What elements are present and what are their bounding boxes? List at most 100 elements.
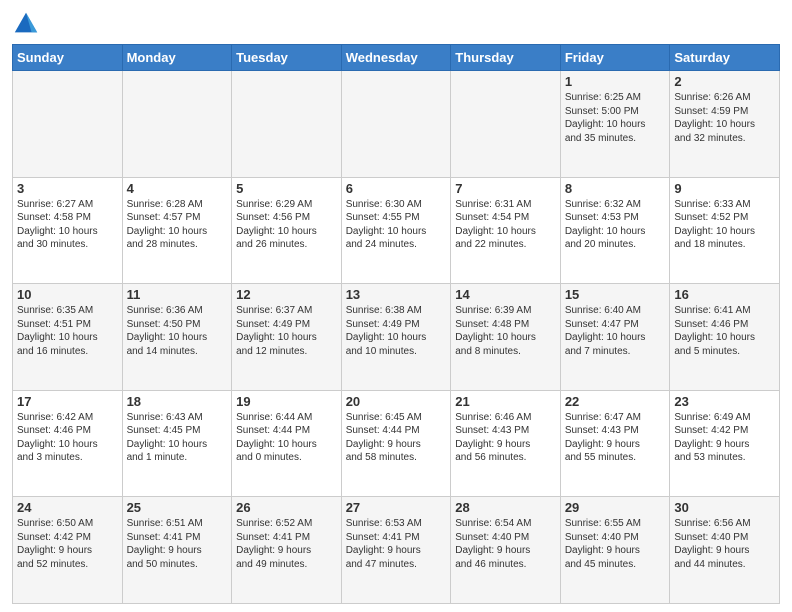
- day-cell: 18 Sunrise: 6:43 AM Sunset: 4:45 PM Dayli…: [122, 390, 232, 497]
- day-info: Sunrise: 6:47 AM Sunset: 4:43 PM Dayligh…: [565, 411, 666, 465]
- day-info: Sunrise: 6:42 AM Sunset: 4:46 PM Dayligh…: [17, 411, 118, 465]
- week-row-1: 3Sunrise: 6:27 AM Sunset: 4:58 PM Daylig…: [13, 177, 780, 284]
- calendar-table: SundayMondayTuesdayWednesdayThursdayFrid…: [12, 44, 780, 604]
- day-info: Sunrise: 6:52 AM Sunset: 4:41 PM Dayligh…: [236, 517, 337, 571]
- day-number: 1: [565, 74, 666, 89]
- day-number: 10: [17, 287, 118, 302]
- day-number: 23: [674, 394, 775, 409]
- day-number: 7: [455, 181, 556, 196]
- day-info: Sunrise: 6:26 AM Sunset: 4:59 PM Dayligh…: [674, 91, 775, 145]
- day-cell: 4 Sunrise: 6:28 AM Sunset: 4:57 PM Daylig…: [122, 177, 232, 284]
- weekday-monday: Monday: [122, 45, 232, 71]
- day-info: Sunrise: 6:54 AM Sunset: 4:40 PM Dayligh…: [455, 517, 556, 571]
- day-info: Sunrise: 6:33 AM Sunset: 4:52 PM Dayligh…: [674, 198, 775, 252]
- day-info: Sunrise: 6:29 AM Sunset: 4:56 PM Dayligh…: [236, 198, 337, 252]
- day-cell: 24 Sunrise: 6:50 AM Sunset: 4:42 PM Dayli…: [13, 497, 123, 604]
- day-info: Sunrise: 6:41 AM Sunset: 4:46 PM Dayligh…: [674, 304, 775, 358]
- day-cell: 3Sunrise: 6:27 AM Sunset: 4:58 PM Daylig…: [13, 177, 123, 284]
- day-number: 3: [17, 181, 118, 196]
- day-info: Sunrise: 6:25 AM Sunset: 5:00 PM Dayligh…: [565, 91, 666, 145]
- day-info: Sunrise: 6:50 AM Sunset: 4:42 PM Dayligh…: [17, 517, 118, 571]
- day-info: Sunrise: 6:43 AM Sunset: 4:45 PM Dayligh…: [127, 411, 228, 465]
- day-info: Sunrise: 6:51 AM Sunset: 4:41 PM Dayligh…: [127, 517, 228, 571]
- weekday-tuesday: Tuesday: [232, 45, 342, 71]
- day-info: Sunrise: 6:31 AM Sunset: 4:54 PM Dayligh…: [455, 198, 556, 252]
- week-row-4: 24 Sunrise: 6:50 AM Sunset: 4:42 PM Dayli…: [13, 497, 780, 604]
- day-cell: [451, 71, 561, 178]
- day-number: 6: [346, 181, 447, 196]
- logo-icon: [12, 10, 40, 38]
- day-number: 9: [674, 181, 775, 196]
- day-number: 27: [346, 500, 447, 515]
- day-number: 17: [17, 394, 118, 409]
- day-info: Sunrise: 6:56 AM Sunset: 4:40 PM Dayligh…: [674, 517, 775, 571]
- day-info: Sunrise: 6:44 AM Sunset: 4:44 PM Dayligh…: [236, 411, 337, 465]
- weekday-friday: Friday: [560, 45, 670, 71]
- day-cell: 7 Sunrise: 6:31 AM Sunset: 4:54 PM Daylig…: [451, 177, 561, 284]
- day-cell: 2 Sunrise: 6:26 AM Sunset: 4:59 PM Daylig…: [670, 71, 780, 178]
- day-number: 26: [236, 500, 337, 515]
- day-cell: 28 Sunrise: 6:54 AM Sunset: 4:40 PM Dayli…: [451, 497, 561, 604]
- day-number: 4: [127, 181, 228, 196]
- day-cell: 15 Sunrise: 6:40 AM Sunset: 4:47 PM Dayli…: [560, 284, 670, 391]
- day-number: 2: [674, 74, 775, 89]
- day-number: 21: [455, 394, 556, 409]
- day-cell: 27 Sunrise: 6:53 AM Sunset: 4:41 PM Dayli…: [341, 497, 451, 604]
- day-number: 28: [455, 500, 556, 515]
- day-cell: 8Sunrise: 6:32 AM Sunset: 4:53 PM Daylig…: [560, 177, 670, 284]
- day-number: 14: [455, 287, 556, 302]
- day-info: Sunrise: 6:46 AM Sunset: 4:43 PM Dayligh…: [455, 411, 556, 465]
- day-cell: 9 Sunrise: 6:33 AM Sunset: 4:52 PM Daylig…: [670, 177, 780, 284]
- day-cell: 25Sunrise: 6:51 AM Sunset: 4:41 PM Dayli…: [122, 497, 232, 604]
- day-cell: 12 Sunrise: 6:37 AM Sunset: 4:49 PM Dayli…: [232, 284, 342, 391]
- week-row-2: 10 Sunrise: 6:35 AM Sunset: 4:51 PM Dayli…: [13, 284, 780, 391]
- day-cell: 1 Sunrise: 6:25 AM Sunset: 5:00 PM Daylig…: [560, 71, 670, 178]
- day-cell: [13, 71, 123, 178]
- weekday-sunday: Sunday: [13, 45, 123, 71]
- day-number: 30: [674, 500, 775, 515]
- header: [12, 10, 780, 38]
- day-cell: [232, 71, 342, 178]
- day-info: Sunrise: 6:53 AM Sunset: 4:41 PM Dayligh…: [346, 517, 447, 571]
- day-number: 18: [127, 394, 228, 409]
- day-cell: 29 Sunrise: 6:55 AM Sunset: 4:40 PM Dayli…: [560, 497, 670, 604]
- day-number: 29: [565, 500, 666, 515]
- weekday-saturday: Saturday: [670, 45, 780, 71]
- day-cell: 5 Sunrise: 6:29 AM Sunset: 4:56 PM Daylig…: [232, 177, 342, 284]
- day-cell: 14Sunrise: 6:39 AM Sunset: 4:48 PM Dayli…: [451, 284, 561, 391]
- day-cell: 21 Sunrise: 6:46 AM Sunset: 4:43 PM Dayli…: [451, 390, 561, 497]
- day-cell: 13 Sunrise: 6:38 AM Sunset: 4:49 PM Dayli…: [341, 284, 451, 391]
- day-cell: 22 Sunrise: 6:47 AM Sunset: 4:43 PM Dayli…: [560, 390, 670, 497]
- day-cell: 20 Sunrise: 6:45 AM Sunset: 4:44 PM Dayli…: [341, 390, 451, 497]
- day-number: 11: [127, 287, 228, 302]
- day-cell: 16 Sunrise: 6:41 AM Sunset: 4:46 PM Dayli…: [670, 284, 780, 391]
- day-cell: [341, 71, 451, 178]
- day-info: Sunrise: 6:28 AM Sunset: 4:57 PM Dayligh…: [127, 198, 228, 252]
- day-number: 5: [236, 181, 337, 196]
- day-info: Sunrise: 6:32 AM Sunset: 4:53 PM Dayligh…: [565, 198, 666, 252]
- logo: [12, 10, 44, 38]
- day-info: Sunrise: 6:30 AM Sunset: 4:55 PM Dayligh…: [346, 198, 447, 252]
- day-info: Sunrise: 6:45 AM Sunset: 4:44 PM Dayligh…: [346, 411, 447, 465]
- day-number: 16: [674, 287, 775, 302]
- day-info: Sunrise: 6:37 AM Sunset: 4:49 PM Dayligh…: [236, 304, 337, 358]
- day-number: 22: [565, 394, 666, 409]
- day-number: 15: [565, 287, 666, 302]
- day-cell: 30 Sunrise: 6:56 AM Sunset: 4:40 PM Dayli…: [670, 497, 780, 604]
- day-cell: [122, 71, 232, 178]
- day-cell: 19 Sunrise: 6:44 AM Sunset: 4:44 PM Dayli…: [232, 390, 342, 497]
- day-info: Sunrise: 6:35 AM Sunset: 4:51 PM Dayligh…: [17, 304, 118, 358]
- week-row-0: 1 Sunrise: 6:25 AM Sunset: 5:00 PM Daylig…: [13, 71, 780, 178]
- day-number: 12: [236, 287, 337, 302]
- day-info: Sunrise: 6:40 AM Sunset: 4:47 PM Dayligh…: [565, 304, 666, 358]
- day-number: 20: [346, 394, 447, 409]
- day-number: 19: [236, 394, 337, 409]
- day-cell: 6 Sunrise: 6:30 AM Sunset: 4:55 PM Daylig…: [341, 177, 451, 284]
- weekday-thursday: Thursday: [451, 45, 561, 71]
- day-info: Sunrise: 6:55 AM Sunset: 4:40 PM Dayligh…: [565, 517, 666, 571]
- day-info: Sunrise: 6:36 AM Sunset: 4:50 PM Dayligh…: [127, 304, 228, 358]
- day-info: Sunrise: 6:38 AM Sunset: 4:49 PM Dayligh…: [346, 304, 447, 358]
- page-container: SundayMondayTuesdayWednesdayThursdayFrid…: [0, 0, 792, 612]
- day-number: 13: [346, 287, 447, 302]
- day-number: 24: [17, 500, 118, 515]
